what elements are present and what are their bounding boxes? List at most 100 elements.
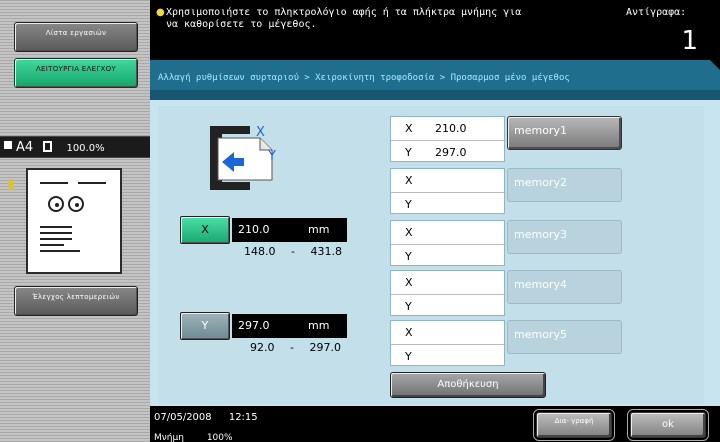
- memory-x-line: X: [391, 221, 506, 244]
- memory-y-label: Y: [405, 300, 412, 313]
- memory2-button: memory2: [507, 168, 622, 202]
- breadcrumb: Αλλαγή ρυθμίσεων συρταριού > Χειροκίνητη…: [150, 60, 720, 100]
- film-reel-icon: [48, 196, 64, 212]
- memory-x-line: X 210.0: [391, 117, 506, 140]
- y-range-min: 92.0: [250, 341, 275, 354]
- copies-count: 1: [681, 26, 698, 56]
- zoom-level: 100.0%: [66, 143, 105, 154]
- size-setting-panel: X Y X 210.0 mm 148.0 - 431.8 Y 297.0 mm …: [158, 106, 704, 404]
- x-range: 148.0 - 431.8: [244, 245, 342, 258]
- ok-button[interactable]: ok: [627, 409, 709, 441]
- memory-status: Μνήμη 100%: [154, 433, 233, 442]
- paper-size: A4: [16, 140, 34, 155]
- memory-y-line: Y 297.0: [391, 140, 506, 163]
- copies-label: Αντίγραφα:: [626, 7, 687, 18]
- svg-text:X: X: [256, 125, 265, 140]
- paper-status: A4 100.0%: [0, 136, 150, 158]
- memory-values-1: X 210.0 Y 297.0: [390, 116, 506, 163]
- check-details-label: Έλεγχος λεπτομερειών: [32, 293, 120, 301]
- memory-label: Μνήμη: [154, 433, 184, 442]
- y-range-separator: -: [290, 341, 294, 354]
- preview-line: [40, 182, 68, 184]
- preview-line: [40, 226, 72, 228]
- memory-y-label: Y: [405, 350, 412, 363]
- x-axis-label: X: [201, 223, 209, 236]
- memory-values-3: X Y: [390, 220, 506, 267]
- x-range-separator: -: [291, 245, 295, 258]
- preview-line: [40, 232, 72, 234]
- memory-x-value: 210.0: [435, 122, 467, 135]
- memory3-button: memory3: [507, 220, 622, 254]
- memory-x-label: X: [405, 326, 413, 339]
- memory-y-label: Y: [405, 250, 412, 263]
- y-value: 297.0: [238, 319, 270, 332]
- memory-x-line: X: [391, 169, 506, 192]
- memory-values-2: X Y: [390, 168, 506, 215]
- preview-line: [40, 238, 72, 240]
- memory-y-line: Y: [391, 294, 506, 317]
- memory-y-value: 297.0: [435, 146, 467, 159]
- y-axis-label: Y: [201, 319, 209, 332]
- memory-x-label: X: [405, 276, 413, 289]
- page-preview: [26, 168, 122, 274]
- square-icon: [4, 141, 12, 149]
- memory-x-line: X: [391, 321, 506, 344]
- status-bar: 07/05/2008 12:15 Μνήμη 100% Δια- γραφή o…: [150, 406, 720, 442]
- memory-row-5: X Y memory5: [390, 320, 622, 366]
- breadcrumb-text: Αλλαγή ρυθμίσεων συρταριού > Χειροκίνητη…: [158, 73, 570, 83]
- y-value-display: 297.0 mm: [232, 314, 347, 338]
- memory-x-label: X: [405, 122, 413, 135]
- left-panel: Λίστα εργασιών ΛΕΙΤΟΥΡΓΙΑ ΕΛΕΓΧΟΥ A4 100…: [0, 0, 150, 442]
- y-range: 92.0 - 297.0: [250, 341, 341, 354]
- date-time: 07/05/2008 12:15: [154, 412, 258, 423]
- y-unit: mm: [308, 319, 330, 332]
- memory-y-line: Y: [391, 192, 506, 215]
- paper-feed-direction-icon: X Y: [210, 125, 276, 190]
- memory5-button: memory5: [507, 320, 622, 354]
- svg-text:Y: Y: [267, 149, 276, 164]
- memory-values-4: X Y: [390, 270, 506, 317]
- memory-y-line: Y: [391, 344, 506, 367]
- memory-row-1: X 210.0 Y 297.0 memory1: [390, 116, 622, 162]
- memory4-button: memory4: [507, 270, 622, 304]
- check-job-button[interactable]: ΛΕΙΤΟΥΡΓΙΑ ΕΛΕΓΧΟΥ: [14, 58, 138, 88]
- job-list-label: Λίστα εργασιών: [45, 29, 107, 37]
- memory-y-label: Y: [405, 198, 412, 211]
- job-list-button[interactable]: Λίστα εργασιών: [14, 22, 138, 52]
- memory-row-4: X Y memory4: [390, 270, 622, 316]
- memory-x-label: X: [405, 174, 413, 187]
- memory-values-5: X Y: [390, 320, 506, 367]
- memory1-button[interactable]: memory1: [507, 116, 622, 150]
- portrait-page-icon: [43, 141, 53, 152]
- memory-value: 100%: [206, 433, 233, 442]
- y-axis-button[interactable]: Y: [180, 312, 230, 340]
- time: 12:15: [228, 412, 258, 423]
- document-stack-icon: ▮: [7, 176, 15, 192]
- delete-button[interactable]: Δια- γραφή: [533, 409, 615, 441]
- memory-x-label: X: [405, 226, 413, 239]
- check-details-button[interactable]: Έλεγχος λεπτομερειών: [14, 286, 138, 316]
- lightbulb-icon: ●: [156, 7, 165, 18]
- x-range-min: 148.0: [244, 245, 276, 258]
- film-reel-icon: [68, 196, 84, 212]
- y-range-max: 297.0: [309, 341, 341, 354]
- memory-row-2: X Y memory2: [390, 168, 622, 214]
- content-area: X Y X 210.0 mm 148.0 - 431.8 Y 297.0 mm …: [150, 100, 720, 406]
- memory-y-line: Y: [391, 244, 506, 267]
- x-axis-button[interactable]: X: [180, 216, 230, 244]
- preview-line: [40, 250, 80, 252]
- x-value-display: 210.0 mm: [232, 218, 347, 242]
- x-unit: mm: [308, 223, 330, 236]
- instruction-message: Χρησιμοποιήστε το πληκτρολόγιο αφής ή τα…: [166, 7, 522, 30]
- preview-line: [40, 244, 64, 246]
- save-button[interactable]: Αποθήκευση: [390, 372, 546, 398]
- memory-row-3: X Y memory3: [390, 220, 622, 266]
- memory-y-label: Y: [405, 146, 412, 159]
- preview-line: [78, 182, 106, 184]
- x-value: 210.0: [238, 223, 270, 236]
- memory-x-line: X: [391, 271, 506, 294]
- date: 07/05/2008: [154, 412, 212, 423]
- main-panel: ● Χρησιμοποιήστε το πληκτρολόγιο αφής ή …: [150, 0, 720, 442]
- x-range-max: 431.8: [310, 245, 342, 258]
- check-job-label: ΛΕΙΤΟΥΡΓΙΑ ΕΛΕΓΧΟΥ: [35, 65, 117, 73]
